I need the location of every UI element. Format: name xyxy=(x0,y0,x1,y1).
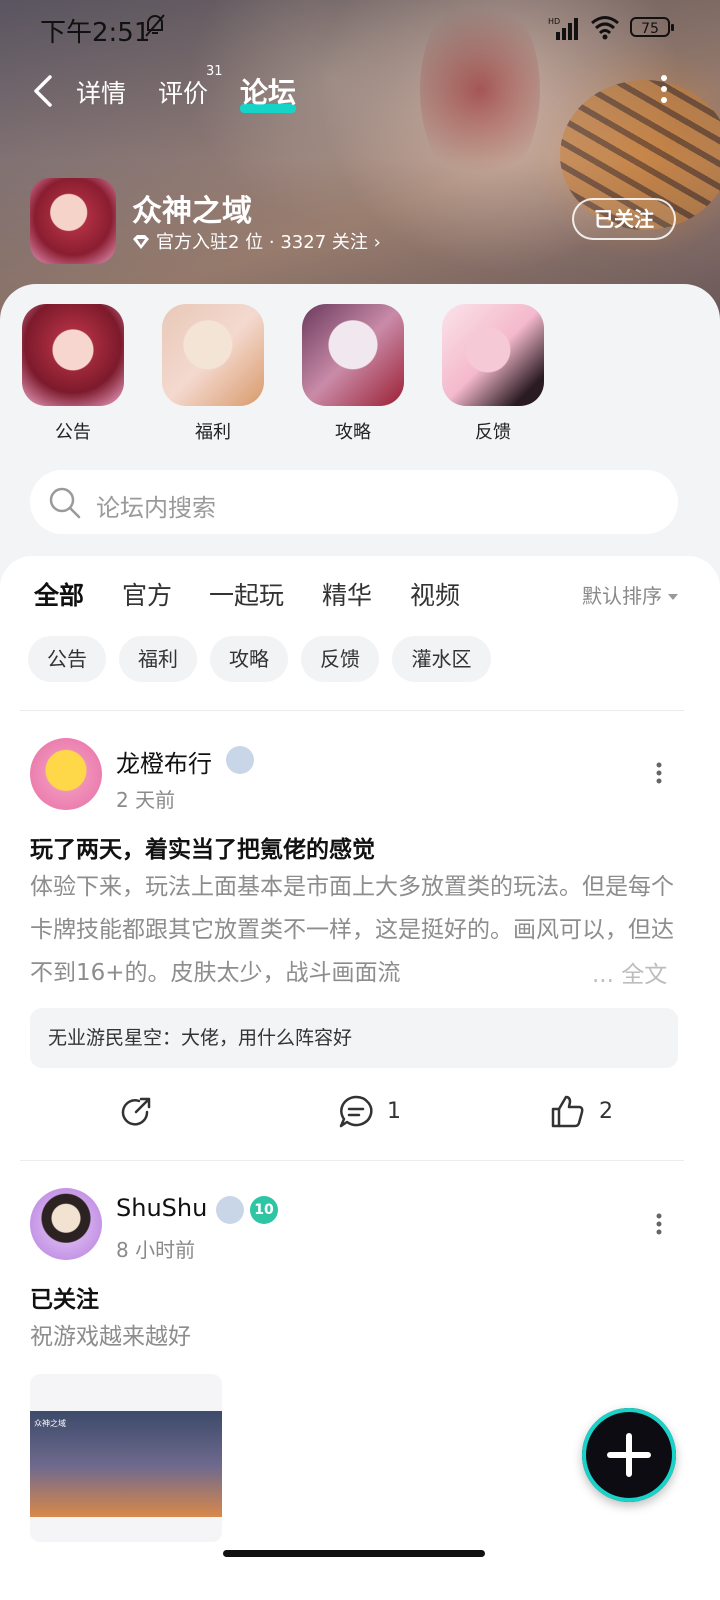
top-comment[interactable]: 无业游民星空：大佬，用什么阵容好 xyxy=(30,1008,678,1068)
comment-count: 1 xyxy=(387,1099,401,1124)
board-label: 公告 xyxy=(55,422,91,443)
board-label: 反馈 xyxy=(475,422,511,443)
like-count: 2 xyxy=(599,1099,613,1124)
board-guide-image xyxy=(302,304,404,406)
sort-dropdown[interactable]: 默认排序 xyxy=(582,580,678,609)
svg-text:HD: HD xyxy=(548,17,560,26)
post-time: 2 天前 xyxy=(116,788,176,812)
tab-details[interactable]: 详情 xyxy=(76,74,126,110)
post-body[interactable]: 祝游戏越来越好 xyxy=(30,1316,678,1359)
battery-indicator: 75 xyxy=(630,17,674,37)
app-name: 众神之域 xyxy=(132,194,252,229)
board-label: 攻略 xyxy=(335,422,371,443)
follow-button[interactable]: 已关注 xyxy=(572,198,676,240)
board-feedback[interactable]: 反馈 xyxy=(442,304,544,444)
comment-button[interactable]: 1 xyxy=(338,1094,401,1130)
forum-search[interactable]: 论坛内搜索 xyxy=(30,470,678,534)
read-more-link[interactable]: ... 全文 xyxy=(588,954,668,997)
chip-guide[interactable]: 攻略 xyxy=(210,636,288,682)
like-button[interactable]: 2 xyxy=(550,1094,613,1130)
thumbs-up-icon xyxy=(551,1095,584,1128)
board-announcement-image xyxy=(22,304,124,406)
tab-reviews[interactable]: 评价 xyxy=(158,74,208,110)
feed-tab-all[interactable]: 全部 xyxy=(34,576,84,613)
board-feedback-image xyxy=(442,304,544,406)
app-info: 众神之域 官方入驻2 位 · 3327 关注 › 已关注 xyxy=(0,170,720,270)
create-post-button[interactable] xyxy=(582,1408,676,1502)
reviews-count-badge: 31 xyxy=(206,64,223,79)
post-more-icon[interactable] xyxy=(656,762,662,784)
search-placeholder: 论坛内搜索 xyxy=(96,494,216,522)
search-icon xyxy=(49,487,81,519)
level-badge: 10 xyxy=(250,1196,278,1224)
chip-announcement[interactable]: 公告 xyxy=(28,636,106,682)
back-arrow-icon[interactable] xyxy=(30,74,58,108)
post-title[interactable]: 已关注 xyxy=(30,1280,99,1314)
app-meta[interactable]: 官方入驻2 位 · 3327 关注 › xyxy=(132,228,381,254)
sort-label: 默认排序 xyxy=(582,584,662,608)
feed-tab-featured[interactable]: 精华 xyxy=(322,576,372,612)
feed-tab-play-together[interactable]: 一起玩 xyxy=(209,576,284,612)
post-author[interactable]: 龙橙布行 xyxy=(116,744,212,779)
status-bar: 下午2:51 HD 75 xyxy=(0,0,720,56)
post-body[interactable]: 体验下来，玩法上面基本是市面上大多放置类的玩法。但是每个卡牌技能都跟其它放置类不… xyxy=(30,866,678,995)
wifi-icon xyxy=(591,16,619,40)
chip-welfare[interactable]: 福利 xyxy=(119,636,197,682)
top-nav: 详情 评价 31 论坛 xyxy=(0,60,720,120)
share-button[interactable] xyxy=(118,1094,154,1130)
feed-tab-video[interactable]: 视频 xyxy=(410,576,460,612)
app-icon[interactable] xyxy=(30,178,116,264)
board-welfare[interactable]: 福利 xyxy=(162,304,264,444)
home-indicator[interactable] xyxy=(223,1550,485,1557)
bell-mute-icon xyxy=(145,14,165,37)
status-time: 下午2:51 xyxy=(40,18,151,48)
verified-badge-icon xyxy=(226,746,254,774)
board-guide[interactable]: 攻略 xyxy=(302,304,404,444)
feed-tab-official[interactable]: 官方 xyxy=(122,576,172,612)
post-image-thumbnail[interactable]: 众神之域 xyxy=(30,1374,222,1542)
verified-badge-icon xyxy=(216,1196,244,1224)
more-vertical-icon[interactable] xyxy=(660,74,668,104)
board-label: 福利 xyxy=(195,422,231,443)
thumbnail-title: 众神之域 xyxy=(34,1419,66,1428)
plus-icon xyxy=(607,1433,651,1477)
divider xyxy=(20,710,684,711)
comment-icon xyxy=(339,1095,373,1128)
board-welfare-image xyxy=(162,304,264,406)
tab-forum[interactable]: 论坛 xyxy=(240,71,297,113)
signal-icon: HD xyxy=(548,17,578,40)
caret-down-icon xyxy=(668,594,678,600)
share-icon xyxy=(121,1097,151,1126)
diamond-icon xyxy=(133,235,149,249)
avatar[interactable] xyxy=(30,1188,102,1260)
app-meta-text: 官方入驻2 位 · 3327 关注 › xyxy=(156,232,381,253)
post-more-icon[interactable] xyxy=(656,1213,662,1235)
post-title[interactable]: 玩了两天，着实当了把氪佬的感觉 xyxy=(30,830,375,864)
avatar[interactable] xyxy=(30,738,102,810)
post-author[interactable]: ShuShu xyxy=(116,1194,207,1222)
chip-feedback[interactable]: 反馈 xyxy=(301,636,379,682)
post-time: 8 小时前 xyxy=(116,1238,196,1262)
post-body-text: 体验下来，玩法上面基本是市面上大多放置类的玩法。但是每个卡牌技能都跟其它放置类不… xyxy=(30,874,674,986)
board-announcement[interactable]: 公告 xyxy=(22,304,124,444)
divider xyxy=(20,1160,684,1161)
chip-chat[interactable]: 灌水区 xyxy=(392,636,491,682)
